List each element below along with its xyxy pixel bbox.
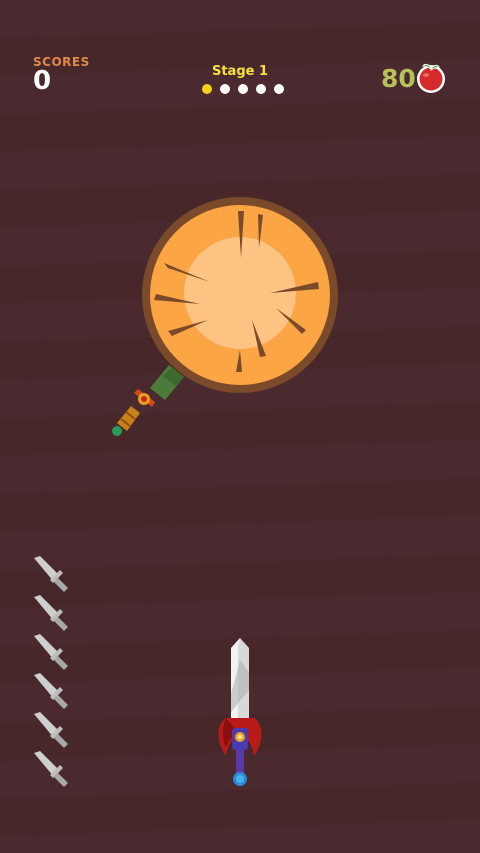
- knife-icon: [34, 712, 68, 748]
- knife-icon: [34, 556, 68, 592]
- knife-icon: [34, 634, 68, 670]
- active-knife[interactable]: [218, 638, 262, 786]
- knife-icon: [34, 673, 68, 709]
- knife-icon: [34, 751, 68, 787]
- game-scene[interactable]: [0, 0, 480, 853]
- stuck-knife: [112, 365, 184, 436]
- knives-remaining: [34, 556, 68, 787]
- knife-icon: [34, 595, 68, 631]
- target-log: [142, 197, 338, 393]
